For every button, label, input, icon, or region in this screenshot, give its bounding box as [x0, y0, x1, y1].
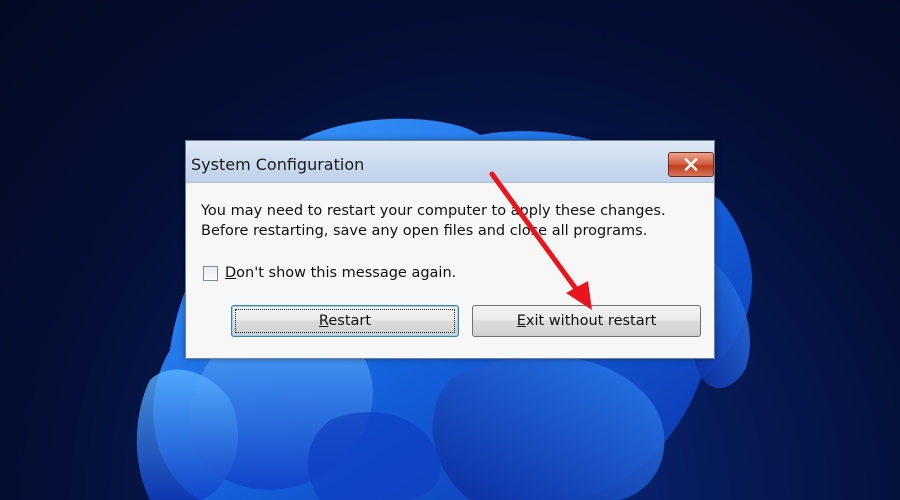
dont-show-again-checkbox[interactable]	[203, 266, 218, 281]
message-line-2: Before restarting, save any open files a…	[201, 223, 648, 239]
exit-label: xit without restart	[525, 313, 657, 329]
dont-show-again-label[interactable]: Don't show this message again.	[225, 265, 456, 281]
dialog-title: System Configuration	[191, 155, 365, 174]
system-configuration-dialog: System Configuration You may need to res…	[185, 140, 715, 359]
message-line-1: You may need to restart your computer to…	[201, 203, 666, 219]
exit-accelerator: E	[516, 313, 526, 329]
title-bar[interactable]: System Configuration	[186, 141, 714, 183]
focus-rectangle	[235, 309, 455, 333]
label-accelerator: D	[225, 265, 237, 281]
label-text: on't show this message again.	[236, 265, 457, 281]
restart-button[interactable]: Restart	[231, 305, 459, 337]
message-text: You may need to restart your computer to…	[201, 201, 666, 241]
close-icon	[684, 158, 698, 171]
close-button[interactable]	[668, 152, 714, 177]
exit-without-restart-button[interactable]: Exit without restart	[472, 305, 701, 337]
